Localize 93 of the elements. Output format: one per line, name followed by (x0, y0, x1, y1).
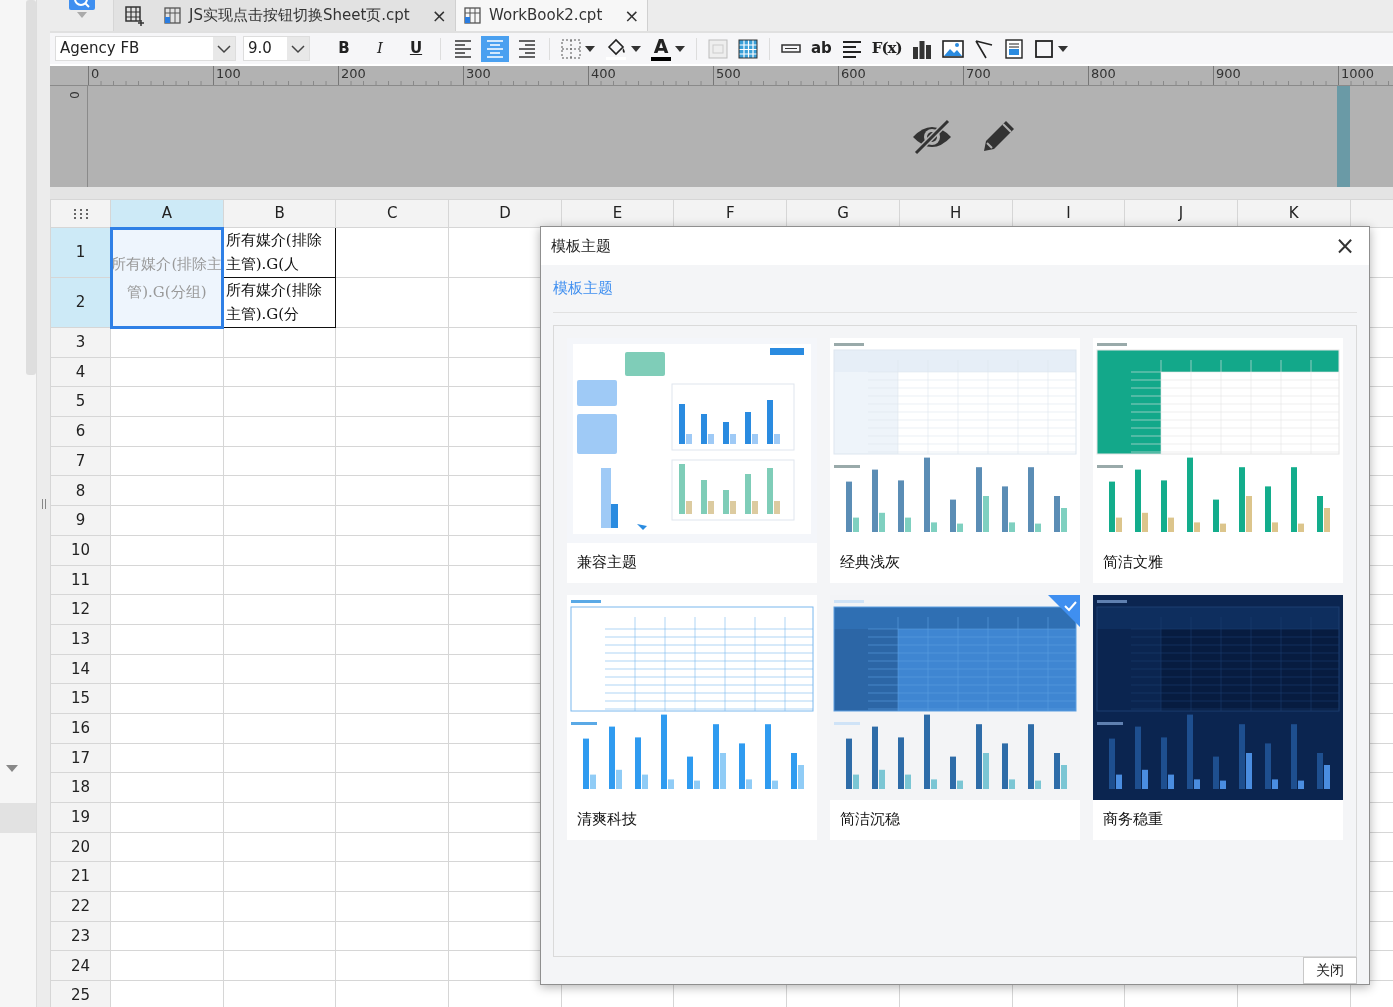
row-header[interactable]: 5 (50, 386, 111, 417)
close-button[interactable]: 关闭 (1303, 956, 1357, 984)
image-icon (941, 39, 964, 58)
row-header[interactable]: 24 (50, 950, 111, 981)
row-header[interactable]: 12 (50, 594, 111, 625)
theme-name: 清爽科技 (576, 808, 638, 830)
caret-icon (631, 45, 641, 52)
text-tool-button[interactable]: ab (808, 35, 835, 62)
paint-bucket-icon (605, 37, 627, 60)
close-icon[interactable]: × (624, 2, 640, 29)
report-file-icon (164, 7, 181, 24)
row-header[interactable]: 13 (50, 624, 111, 655)
caret-icon (585, 45, 595, 52)
font-select[interactable]: Agency FB (55, 36, 236, 61)
row-header[interactable]: 3 (50, 327, 111, 358)
close-icon[interactable]: × (431, 2, 447, 29)
theme-name: 经典浅灰 (839, 551, 901, 573)
splitter-handle-icon[interactable] (41, 498, 46, 509)
scrollbar-thumb[interactable] (26, 0, 36, 375)
row-header[interactable]: 15 (50, 683, 111, 714)
column-header[interactable]: B (223, 199, 336, 228)
column-header[interactable]: E (561, 199, 674, 228)
font-size-select[interactable]: 9.0 (243, 36, 310, 61)
theme-card[interactable]: 兼容主题 (567, 337, 817, 583)
column-header[interactable]: A (110, 199, 224, 228)
row-header[interactable]: 17 (50, 743, 111, 773)
file-tab[interactable]: JS实现点击按钮切换Sheet页.cpt × (156, 0, 456, 31)
font-size-value: 9.0 (248, 38, 273, 60)
row-header[interactable]: 2 (50, 277, 111, 328)
caret-icon[interactable] (6, 765, 18, 773)
align-center-button[interactable] (481, 35, 509, 62)
column-header[interactable]: G (786, 199, 900, 228)
row-header[interactable]: 21 (50, 861, 111, 892)
check-icon (1048, 594, 1080, 627)
tab-label: JS实现点击按钮切换Sheet页.cpt (189, 5, 410, 27)
caret-icon (675, 45, 685, 52)
bar-chart-icon (911, 38, 932, 59)
column-marker[interactable] (1337, 86, 1350, 187)
row-header[interactable]: 8 (50, 475, 111, 506)
row-header[interactable]: 23 (50, 921, 111, 951)
theme-name: 简洁文雅 (1102, 551, 1164, 573)
document-icon (1004, 38, 1023, 59)
square-icon (1033, 38, 1054, 59)
search-icon[interactable] (66, 0, 97, 12)
row-header[interactable]: 4 (50, 357, 111, 387)
theme-name: 商务稳重 (1102, 808, 1164, 830)
row-header[interactable]: 20 (50, 832, 111, 862)
close-button[interactable]: × (1330, 234, 1359, 258)
column-header[interactable]: C (335, 199, 449, 228)
slash-icon (973, 38, 994, 59)
italic-button[interactable]: I (364, 35, 396, 62)
select-all-icon[interactable] (73, 208, 88, 219)
theme-card[interactable]: 简洁沉稳 (830, 594, 1080, 840)
row-header[interactable]: 11 (50, 565, 111, 595)
chevron-icon (217, 43, 231, 54)
cell-icon (708, 38, 728, 59)
column-header[interactable]: H (899, 199, 1012, 228)
font-color-button[interactable]: A (648, 35, 688, 62)
formula-button[interactable]: F(x) (868, 35, 905, 62)
bold-button[interactable]: B (328, 35, 360, 62)
ruler-label: 0 (67, 90, 81, 101)
file-tab[interactable]: WorkBook2.cpt × (456, 0, 649, 31)
theme-name: 简洁沉稳 (839, 808, 901, 830)
dialog-title: 模板主题 (551, 235, 611, 257)
borders-icon (561, 38, 581, 59)
font-name: Agency FB (60, 38, 141, 60)
column-header[interactable]: F (673, 199, 787, 228)
column-header[interactable]: J (1124, 199, 1238, 228)
row-header[interactable]: 7 (50, 446, 111, 476)
row-header[interactable]: 1 (50, 227, 111, 278)
row-header[interactable]: 18 (50, 772, 111, 803)
column-header[interactable]: D (448, 199, 562, 228)
theme-name: 兼容主题 (576, 551, 638, 573)
table-add-icon[interactable] (125, 5, 145, 26)
chevron-icon (291, 43, 305, 54)
lines-icon (841, 39, 862, 58)
underline-button[interactable]: U (400, 35, 432, 62)
row-header[interactable]: 19 (50, 802, 111, 833)
row-header[interactable]: 25 (50, 980, 111, 1007)
column-header[interactable]: K (1237, 199, 1351, 228)
row-header[interactable]: 22 (50, 891, 111, 922)
row-header[interactable]: 6 (50, 416, 111, 447)
theme-card[interactable]: 商务稳重 (1093, 594, 1343, 840)
table-icon (738, 38, 758, 59)
report-file-icon (464, 7, 481, 24)
row-header[interactable]: 10 (50, 535, 111, 565)
row-header[interactable]: 9 (50, 505, 111, 536)
tab-label: WorkBook2.cpt (489, 5, 603, 27)
row-header[interactable]: 16 (50, 713, 111, 744)
text-field-icon (781, 43, 801, 54)
row-header[interactable]: 14 (50, 654, 111, 684)
caret-icon (1057, 45, 1068, 52)
column-header[interactable]: I (1012, 199, 1125, 228)
